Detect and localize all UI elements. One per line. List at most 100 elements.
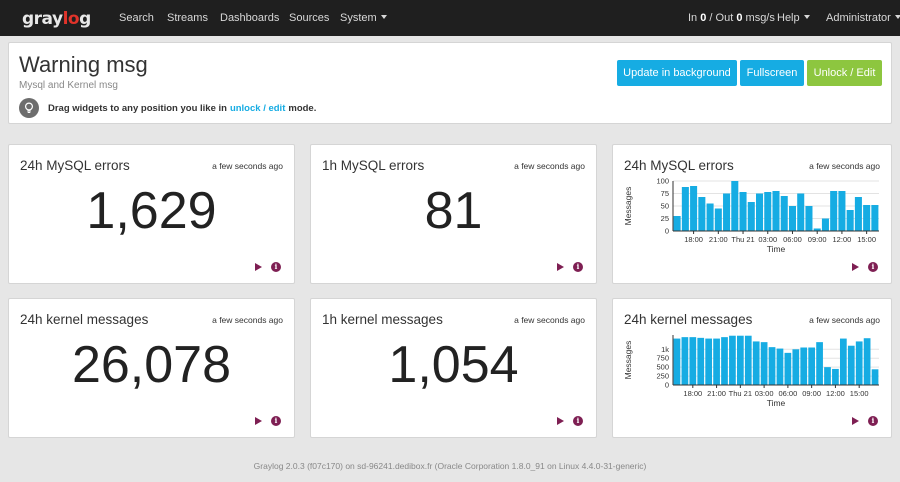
nav-dashboards[interactable]: Dashboards [220, 12, 279, 24]
widget-1h-kernel-count[interactable]: 1h kernel messages a few seconds ago 1,0… [310, 298, 597, 438]
histogram-bar[interactable] [698, 197, 706, 231]
kernel-histogram-chart: 02505007501k 18:00 21:00 Thu 21 03:00 06:00 09… [623, 335, 879, 408]
graylog-logo[interactable]: graylog [22, 9, 91, 29]
histogram-bar[interactable] [764, 192, 772, 231]
histogram-bar[interactable] [816, 342, 823, 385]
histogram-bar[interactable] [788, 206, 796, 231]
histogram-bar[interactable] [756, 193, 764, 232]
play-icon[interactable] [255, 417, 262, 425]
info-icon[interactable]: i [868, 262, 878, 272]
histogram-bar[interactable] [780, 196, 788, 231]
histogram-bar[interactable] [821, 218, 829, 232]
widget-timestamp: a few seconds ago [212, 161, 283, 171]
histogram-bar[interactable] [808, 347, 816, 386]
x-tick-label: 15:00 [857, 235, 876, 244]
histogram-bar[interactable] [744, 335, 752, 385]
nav-help-dropdown[interactable]: Help [777, 12, 810, 24]
histogram-bar[interactable] [824, 367, 831, 385]
y-tick-label: 0 [665, 227, 669, 236]
histogram-bar[interactable] [768, 347, 776, 385]
widget-timestamp: a few seconds ago [514, 161, 585, 171]
histogram-bar[interactable] [681, 337, 689, 385]
widget-timestamp: a few seconds ago [514, 315, 585, 325]
widget-value: 81 [424, 182, 483, 240]
histogram-bar[interactable] [871, 205, 879, 231]
histogram-bar[interactable] [832, 368, 839, 385]
histogram-bar[interactable] [863, 205, 871, 231]
histogram-bar[interactable] [713, 338, 720, 385]
x-tick-label: Thu 21 [729, 389, 752, 398]
update-in-background-button[interactable]: Update in background [617, 60, 737, 86]
widget-24h-mysql-count[interactable]: 24h MySQL errors a few seconds ago 1,629… [8, 144, 295, 284]
histogram-bar[interactable] [673, 216, 681, 231]
histogram-bar[interactable] [681, 187, 689, 231]
unlock-edit-button[interactable]: Unlock / Edit [807, 60, 882, 86]
x-tick-label: 15:00 [850, 389, 869, 398]
histogram-bar[interactable] [797, 193, 805, 232]
histogram-bar[interactable] [729, 335, 736, 385]
histogram-bar[interactable] [854, 197, 862, 231]
info-icon[interactable]: i [271, 416, 281, 426]
histogram-bar[interactable] [847, 345, 855, 385]
unlock-edit-link[interactable]: unlock / edit [230, 103, 285, 114]
edit-hint: Drag widgets to any position you like in… [19, 98, 316, 118]
info-icon[interactable]: i [868, 416, 878, 426]
histogram-bar[interactable] [863, 338, 871, 385]
histogram-bar[interactable] [846, 210, 854, 231]
histogram-bar[interactable] [838, 191, 846, 231]
nav-system-dropdown[interactable]: System [340, 12, 387, 24]
histogram-bar[interactable] [784, 352, 792, 385]
dashboard-header: Warning msg Mysql and Kernel msg Drag wi… [8, 42, 892, 124]
info-icon[interactable]: i [271, 262, 281, 272]
info-icon[interactable]: i [573, 262, 583, 272]
histogram-bar[interactable] [800, 347, 808, 386]
x-tick-label: 06:00 [778, 389, 797, 398]
fullscreen-button[interactable]: Fullscreen [740, 60, 804, 86]
nav-streams[interactable]: Streams [167, 12, 208, 24]
histogram-bar[interactable] [723, 193, 731, 232]
histogram-bar[interactable] [776, 348, 784, 385]
histogram-bar[interactable] [772, 191, 780, 231]
x-tick-label: 21:00 [707, 389, 726, 398]
play-icon[interactable] [255, 263, 262, 271]
y-tick-label: 100 [656, 177, 669, 186]
histogram-bar[interactable] [673, 338, 681, 385]
y-tick-label: 25 [661, 214, 669, 223]
x-tick-label: 12:00 [833, 235, 852, 244]
histogram-bar[interactable] [855, 341, 863, 385]
widget-24h-kernel-histogram[interactable]: 24h kernel messages a few seconds ago 02… [612, 298, 892, 438]
histogram-bar[interactable] [690, 186, 698, 231]
nav-search[interactable]: Search [119, 12, 154, 24]
histogram-bar[interactable] [714, 208, 722, 232]
histogram-bar[interactable] [839, 338, 847, 385]
histogram-bar[interactable] [689, 337, 697, 385]
widget-24h-mysql-histogram[interactable]: 24h MySQL errors a few seconds ago 0 25 50… [612, 144, 892, 284]
play-icon[interactable] [557, 263, 564, 271]
widget-title: 24h kernel messages [20, 312, 149, 327]
y-tick-label: 250 [656, 372, 669, 381]
histogram-bar[interactable] [721, 337, 728, 385]
nav-sources[interactable]: Sources [289, 12, 329, 24]
widget-1h-mysql-count[interactable]: 1h MySQL errors a few seconds ago 81 i [310, 144, 597, 284]
histogram-bar[interactable] [705, 338, 713, 385]
histogram-bar[interactable] [760, 342, 768, 385]
histogram-bar[interactable] [752, 341, 760, 385]
widget-value: 26,078 [71, 336, 232, 394]
histogram-bar[interactable] [830, 191, 838, 231]
histogram-bar[interactable] [736, 335, 744, 385]
histogram-bar[interactable] [739, 192, 747, 231]
play-icon[interactable] [557, 417, 564, 425]
play-icon[interactable] [852, 263, 859, 271]
histogram-bar[interactable] [747, 202, 755, 231]
histogram-bar[interactable] [706, 203, 714, 232]
y-tick-label: 50 [661, 202, 669, 211]
play-icon[interactable] [852, 417, 859, 425]
histogram-bar[interactable] [871, 369, 879, 385]
histogram-bar[interactable] [792, 349, 800, 385]
histogram-bar[interactable] [731, 181, 739, 231]
histogram-bar[interactable] [805, 206, 813, 231]
nav-user-dropdown[interactable]: Administrator [826, 12, 900, 24]
widget-24h-kernel-count[interactable]: 24h kernel messages a few seconds ago 26… [8, 298, 295, 438]
info-icon[interactable]: i [573, 416, 583, 426]
histogram-bar[interactable] [697, 337, 705, 385]
